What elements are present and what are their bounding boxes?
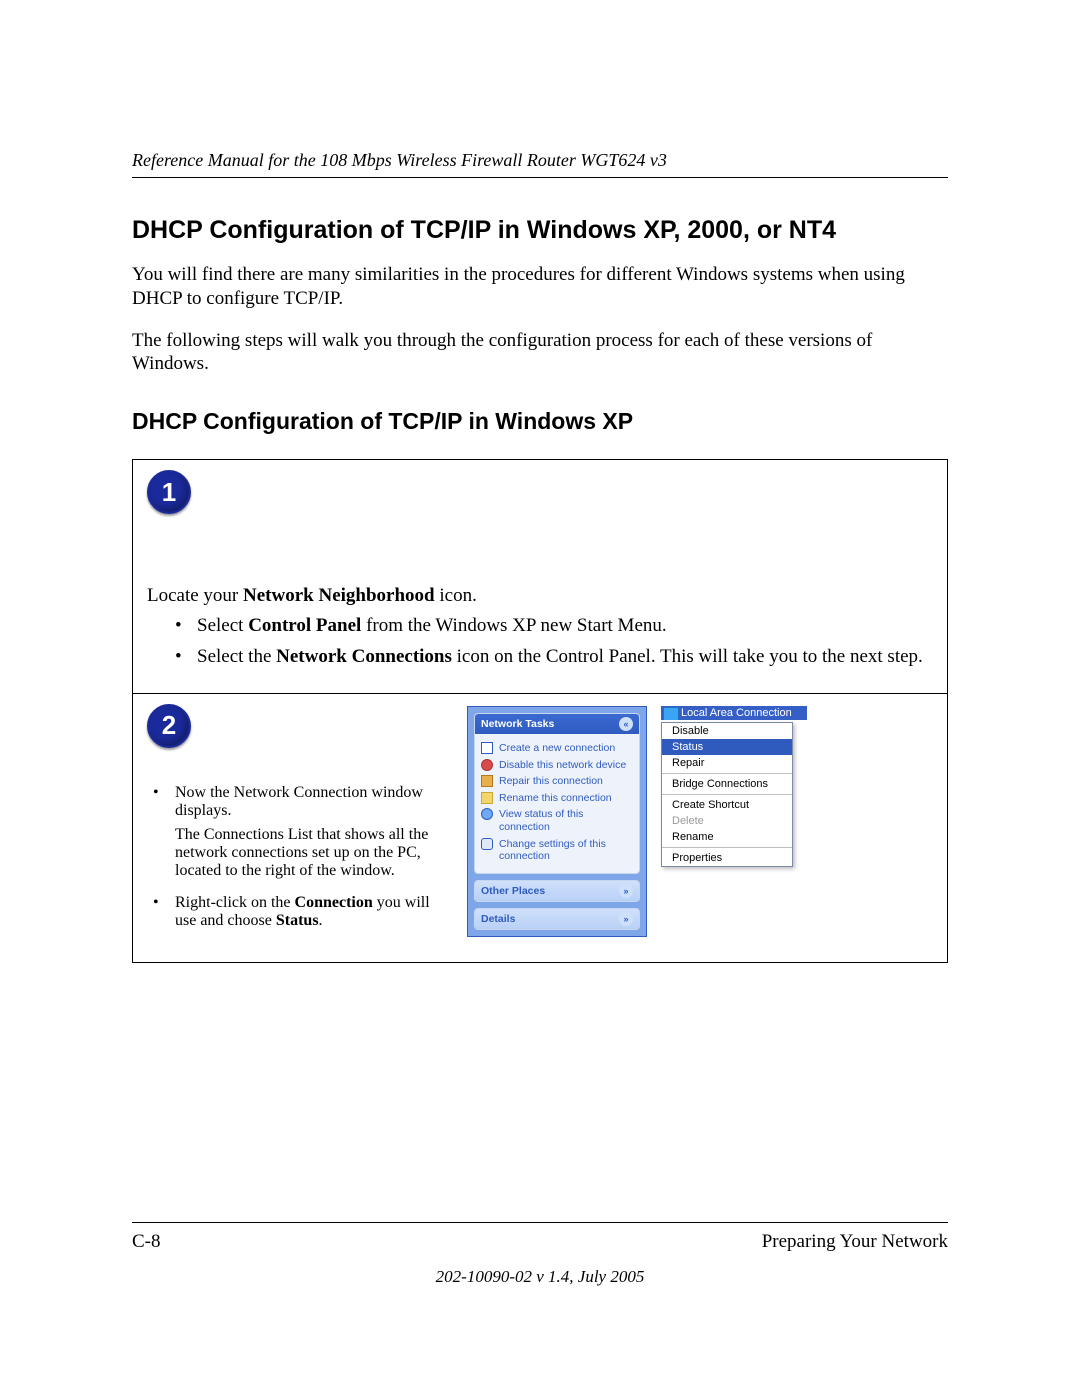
settings-icon — [481, 838, 493, 850]
running-header: Reference Manual for the 108 Mbps Wirele… — [132, 150, 948, 177]
ctx-separator — [662, 794, 792, 795]
footer-rule — [132, 1222, 948, 1223]
step-number-badge: 1 — [147, 470, 191, 514]
xp-other-places-header[interactable]: Other Places » — [475, 881, 639, 901]
step-2-screenshot: Network Tasks « Create a new connection … — [467, 704, 933, 944]
step1-lead-post: icon. — [435, 585, 477, 606]
disable-icon — [481, 759, 493, 771]
ctx-delete: Delete — [662, 813, 792, 829]
step-number-badge: 2 — [147, 704, 191, 748]
ctx-separator — [662, 773, 792, 774]
step1-bullet-2: Select the Network Connections icon on t… — [175, 645, 933, 669]
ctx-rename[interactable]: Rename — [662, 829, 792, 845]
ctx-disable[interactable]: Disable — [662, 723, 792, 739]
ctx-status[interactable]: Status — [662, 739, 792, 755]
chevron-icon: « — [619, 717, 633, 731]
xp-task-item[interactable]: Disable this network device — [481, 757, 633, 774]
step1-lead-pre: Locate your — [147, 585, 243, 606]
xp-task-item[interactable]: Change settings of this connection — [481, 836, 633, 865]
ctx-shortcut[interactable]: Create Shortcut — [662, 797, 792, 813]
xp-connection-item[interactable]: Local Area Connection — [661, 706, 807, 720]
rename-icon — [481, 792, 493, 804]
ctx-properties[interactable]: Properties — [662, 850, 792, 866]
step-1-body: Locate your Network Neighborhood icon. S… — [147, 584, 933, 669]
step-2-text: 2 Now the Network Connection window disp… — [147, 704, 447, 944]
doc-number: 202-10090-02 v 1.4, July 2005 — [132, 1267, 948, 1287]
ctx-separator — [662, 847, 792, 848]
context-menu: Disable Status Repair Bridge Connections… — [661, 722, 793, 867]
step-1: 1 Locate your Network Neighborhood icon.… — [133, 460, 947, 693]
step-2: 2 Now the Network Connection window disp… — [133, 693, 947, 962]
new-connection-icon — [481, 742, 493, 754]
step1-bullet-1: Select Control Panel from the Windows XP… — [175, 614, 933, 638]
xp-details-header[interactable]: Details » — [475, 909, 639, 929]
header-rule — [132, 177, 948, 178]
intro-paragraph-1: You will find there are many similaritie… — [132, 263, 948, 311]
step1-lead-bold: Network Neighborhood — [243, 585, 435, 606]
xp-task-item[interactable]: Repair this connection — [481, 773, 633, 790]
chevron-icon: » — [619, 912, 633, 926]
section-name: Preparing Your Network — [762, 1231, 948, 1253]
xp-tasks-header[interactable]: Network Tasks « — [475, 714, 639, 734]
chevron-icon: » — [619, 884, 633, 898]
step2-bullet-1: Now the Network Connection window displa… — [153, 784, 447, 880]
page-title: DHCP Configuration of TCP/IP in Windows … — [132, 216, 948, 245]
ctx-bridge[interactable]: Bridge Connections — [662, 776, 792, 792]
repair-icon — [481, 775, 493, 787]
document-page: Reference Manual for the 108 Mbps Wirele… — [0, 0, 1080, 1397]
page-number: C-8 — [132, 1231, 161, 1253]
intro-paragraph-2: The following steps will walk you throug… — [132, 329, 948, 377]
xp-task-item[interactable]: View status of this connection — [481, 806, 633, 835]
xp-task-item[interactable]: Rename this connection — [481, 790, 633, 807]
xp-tasks-panel: Network Tasks « Create a new connection … — [467, 706, 647, 937]
status-icon — [481, 808, 493, 820]
ctx-repair[interactable]: Repair — [662, 755, 792, 771]
page-footer: C-8 Preparing Your Network 202-10090-02 … — [132, 1222, 948, 1287]
subsection-title: DHCP Configuration of TCP/IP in Windows … — [132, 408, 948, 435]
xp-task-item[interactable]: Create a new connection — [481, 740, 633, 757]
xp-connection-area: Local Area Connection Disable Status Rep… — [661, 706, 807, 867]
step2-bullet-2: Right-click on the Connection you will u… — [153, 894, 447, 930]
steps-table: 1 Locate your Network Neighborhood icon.… — [132, 459, 948, 963]
